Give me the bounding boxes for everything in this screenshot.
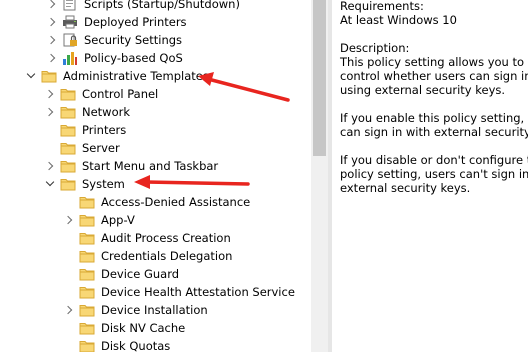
tree-item-system[interactable]: System [44,175,125,193]
tree-item-label: Scripts (Startup/Shutdown) [84,0,240,11]
tree-item-label: Server [82,141,120,155]
tree-item-label: Printers [82,123,127,137]
tree-item-start-menu-taskbar[interactable]: Start Menu and Taskbar [44,157,218,175]
chevron-right-icon[interactable] [44,85,56,103]
tree-item-security-settings[interactable]: Security Settings [46,31,182,49]
folder-icon [79,230,95,246]
chevron-right-icon[interactable] [63,211,75,229]
description-pane: Requirements: At least Windows 10 Descri… [332,0,528,352]
folder-icon [79,194,95,210]
tree-item-deployed-printers[interactable]: Deployed Printers [46,13,187,31]
tree-item-disk-quotas[interactable]: Disk Quotas [63,337,170,352]
tree-item-audit-process-creation[interactable]: Audit Process Creation [63,229,231,247]
tree-item-label: Administrative Templates [63,69,209,83]
chevron-right-icon[interactable] [44,157,56,175]
tree-item-control-panel[interactable]: Control Panel [44,85,158,103]
description-line: can sign in with external security key [340,125,528,139]
tree-item-disk-nv-cache[interactable]: Disk NV Cache [63,319,185,337]
description-line: external security keys. [340,181,471,195]
tree-item-credentials-delegation[interactable]: Credentials Delegation [63,247,232,265]
folder-icon [79,320,95,336]
folder-icon [79,284,95,300]
tree-item-label: Disk NV Cache [101,321,186,335]
security-icon [62,32,78,48]
tree-item-label: Security Settings [84,33,183,47]
chevron-down-icon[interactable] [44,175,56,193]
description-line: This policy setting allows you to [340,55,525,69]
chevron-right-icon[interactable] [46,13,58,31]
printer-icon [62,14,78,30]
policy-description: Requirements: At least Windows 10 Descri… [340,0,528,195]
chevron-right-icon[interactable] [46,49,58,67]
chevron-right-icon[interactable] [63,301,75,319]
tree-item-label: Credentials Delegation [101,249,233,263]
tree-item-label: Policy-based QoS [84,51,183,65]
tree-item-label: App-V [101,213,135,227]
tree-item-policy-qos[interactable]: Policy-based QoS [46,49,183,67]
tree-item-label: Start Menu and Taskbar [82,159,219,173]
tree-item-device-installation[interactable]: Device Installation [63,301,208,319]
tree-item-device-health-attestation[interactable]: Device Health Attestation Service [63,283,295,301]
policy-tree-pane[interactable]: Scripts (Startup/Shutdown) Deployed Prin… [0,0,311,352]
folder-icon [79,302,95,318]
tree-item-device-guard[interactable]: Device Guard [63,265,179,283]
description-line: using external security keys. [340,83,506,97]
tree-item-label: Device Health Attestation Service [101,285,295,299]
tree-item-app-v[interactable]: App-V [63,211,135,229]
description-line: If you enable this policy setting, use [340,111,528,125]
tree-item-label: Access-Denied Assistance [101,195,251,209]
description-line: If you disable or don't configure thi [340,153,528,167]
chevron-right-icon[interactable] [46,0,58,13]
tree-item-network[interactable]: Network [44,103,130,121]
folder-icon [79,212,95,228]
folder-icon [41,68,57,84]
folder-icon [60,86,76,102]
chevron-down-icon[interactable] [25,67,37,85]
folder-icon [79,338,95,352]
chevron-right-icon[interactable] [46,31,58,49]
chevron-right-icon[interactable] [44,103,56,121]
tree-item-label: System [82,177,125,191]
scrollbar-thumb[interactable] [313,0,326,156]
tree-item-label: Control Panel [82,87,159,101]
folder-icon [79,248,95,264]
folder-icon [60,176,76,192]
tree-item-label: Deployed Printers [84,15,187,29]
folder-icon [60,104,76,120]
tree-item-printers[interactable]: Printers [44,121,126,139]
description-line: control whether users can sign in [340,69,528,83]
tree-item-label: Device Guard [101,267,180,281]
requirements-value: At least Windows 10 [340,13,457,27]
qos-chart-icon [62,50,78,66]
requirements-heading: Requirements: [340,0,424,13]
folder-icon [60,158,76,174]
tree-item-access-denied-assistance[interactable]: Access-Denied Assistance [63,193,250,211]
tree-item-label: Network [82,105,131,119]
folder-icon [60,122,76,138]
tree-item-label: Audit Process Creation [101,231,231,245]
tree-item-server[interactable]: Server [44,139,120,157]
tree-item-scripts[interactable]: Scripts (Startup/Shutdown) [46,0,240,13]
tree-item-administrative-templates[interactable]: Administrative Templates [25,67,209,85]
description-heading: Description: [340,41,410,55]
folder-icon [60,140,76,156]
folder-icon [79,266,95,282]
script-icon [62,0,78,12]
tree-item-label: Device Installation [101,303,208,317]
tree-item-label: Disk Quotas [101,339,171,352]
description-line: policy setting, users can't sign in wit [340,167,528,181]
tree-scrollbar[interactable] [311,0,328,352]
